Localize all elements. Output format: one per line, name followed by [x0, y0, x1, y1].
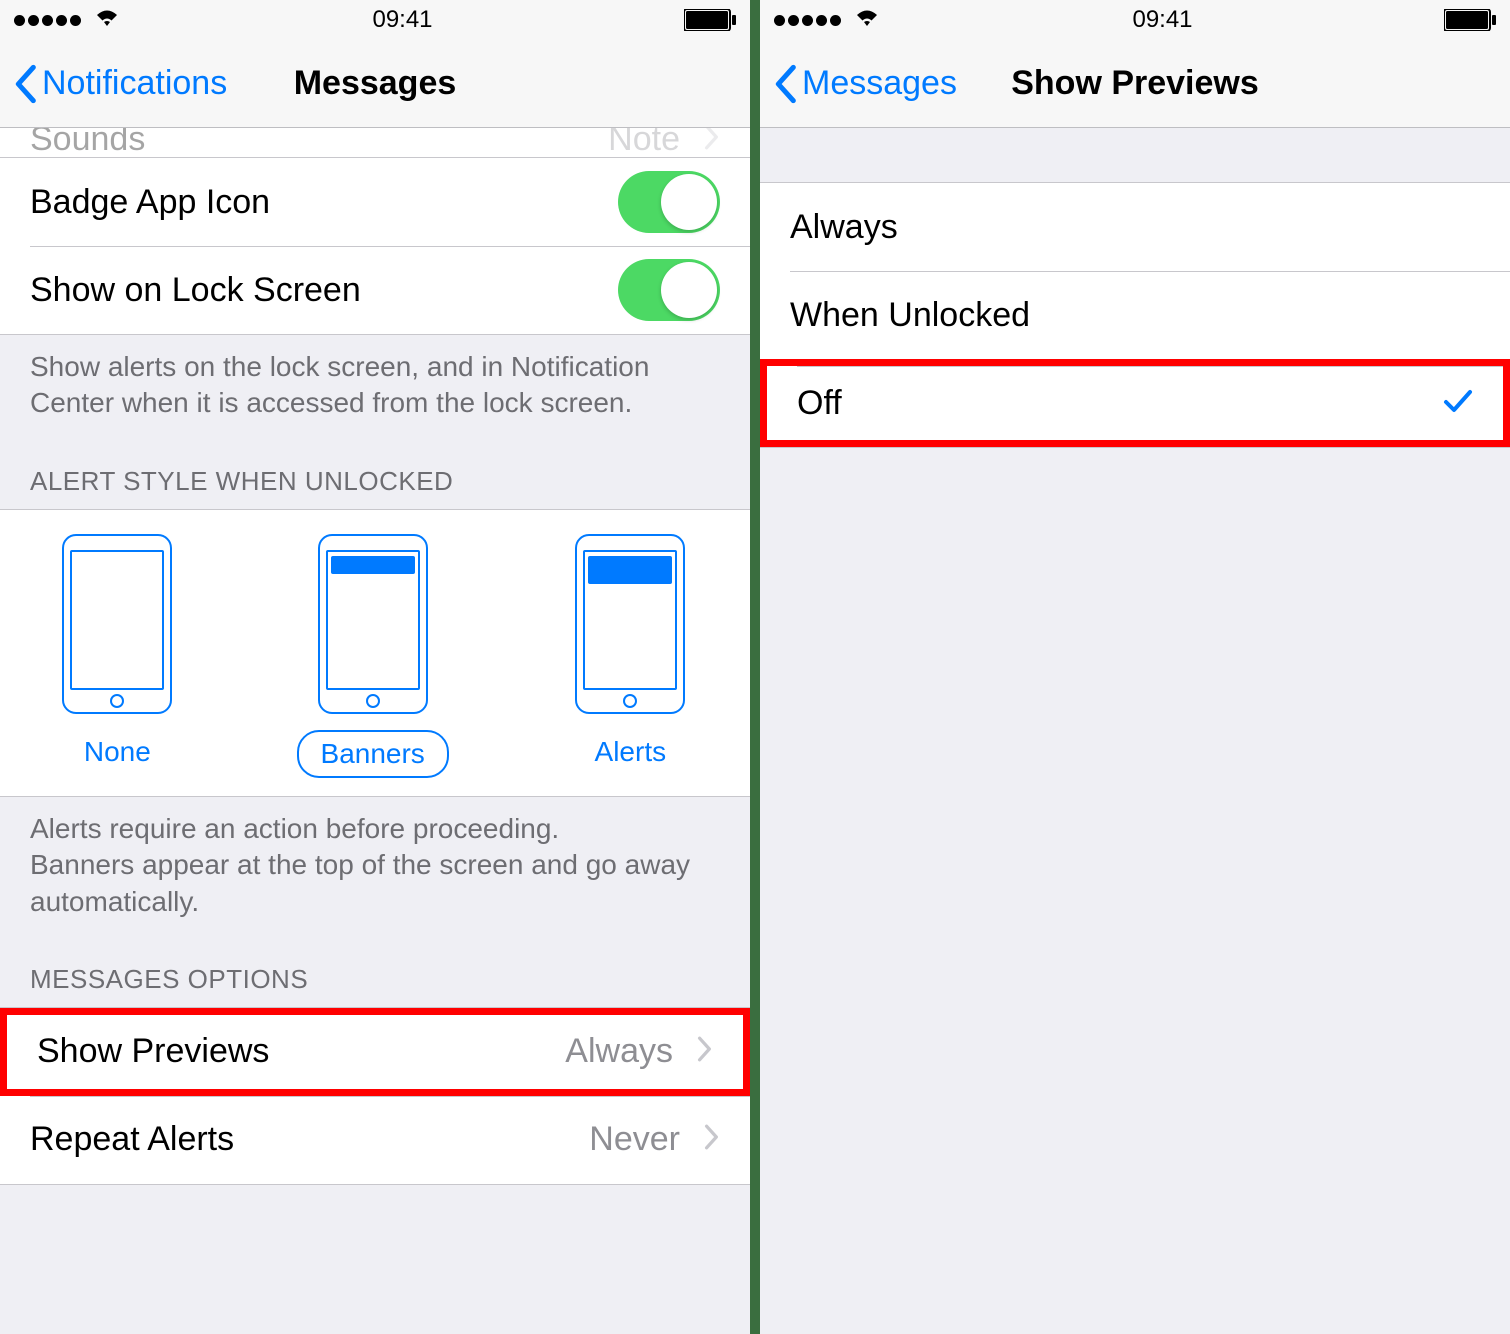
alert-style-none[interactable]: None: [62, 534, 173, 778]
phone-alert-icon: [575, 534, 685, 714]
alert-footer-text: Alerts require an action before proceedi…: [0, 797, 750, 934]
status-left: [14, 6, 121, 35]
sounds-label: Sounds: [30, 128, 145, 158]
nav-bar: Notifications Messages: [0, 40, 750, 128]
screen-show-previews: 09:41 Messages Show Previews Always When…: [760, 0, 1510, 1334]
messages-options-header: MESSAGES OPTIONS: [0, 934, 750, 1007]
wifi-icon: [93, 6, 121, 35]
status-time: 09:41: [1132, 6, 1192, 34]
show-previews-value: Always: [565, 1032, 673, 1071]
option-off-label: Off: [797, 384, 842, 423]
option-when-unlocked[interactable]: When Unlocked: [760, 271, 1510, 359]
option-always[interactable]: Always: [760, 183, 1510, 271]
wifi-icon: [853, 6, 881, 35]
back-label: Messages: [802, 64, 957, 103]
lock-footer-text: Show alerts on the lock screen, and in N…: [0, 335, 750, 436]
status-bar: 09:41: [0, 0, 750, 40]
sounds-value: Note: [608, 128, 680, 158]
repeat-alerts-row[interactable]: Repeat Alerts Never: [0, 1096, 750, 1184]
badge-app-icon-row[interactable]: Badge App Icon: [0, 158, 750, 246]
battery-icon: [1444, 9, 1496, 31]
phone-none-icon: [62, 534, 172, 714]
status-time: 09:41: [372, 6, 432, 34]
alert-none-label: None: [62, 730, 173, 774]
alert-style-banners[interactable]: Banners: [297, 534, 449, 778]
chevron-right-icon: [704, 128, 720, 158]
repeat-alerts-value: Never: [589, 1120, 680, 1159]
battery-icon: [684, 9, 736, 31]
chevron-right-icon: [697, 1032, 713, 1071]
signal-strength-icon: [774, 15, 841, 26]
signal-strength-icon: [14, 15, 81, 26]
chevron-right-icon: [704, 1120, 720, 1159]
sounds-row[interactable]: Sounds Note: [0, 128, 750, 158]
status-bar: 09:41: [760, 0, 1510, 40]
alert-style-header: ALERT STYLE WHEN UNLOCKED: [0, 436, 750, 509]
phone-banner-icon: [318, 534, 428, 714]
checkmark-icon: [1443, 384, 1473, 423]
show-previews-row[interactable]: Show Previews Always: [0, 1008, 750, 1096]
alert-alerts-label: Alerts: [573, 730, 689, 774]
option-always-label: Always: [790, 208, 898, 247]
alert-style-picker: None Banners Alerts: [0, 509, 750, 797]
show-on-lock-screen-row[interactable]: Show on Lock Screen: [0, 246, 750, 334]
lock-label: Show on Lock Screen: [30, 271, 361, 310]
option-unlocked-label: When Unlocked: [790, 296, 1030, 335]
option-off[interactable]: Off: [760, 359, 1510, 447]
chevron-left-icon: [12, 64, 38, 104]
back-button[interactable]: Notifications: [12, 64, 227, 104]
nav-bar: Messages Show Previews: [760, 40, 1510, 128]
back-button[interactable]: Messages: [772, 64, 957, 104]
chevron-left-icon: [772, 64, 798, 104]
screen-messages-settings: 09:41 Notifications Messages Sounds Note…: [0, 0, 750, 1334]
screens-divider: [750, 0, 760, 1334]
badge-toggle[interactable]: [618, 171, 720, 233]
back-label: Notifications: [42, 64, 227, 103]
show-previews-label: Show Previews: [37, 1032, 269, 1071]
alert-style-alerts[interactable]: Alerts: [573, 534, 689, 778]
alert-banners-label: Banners: [297, 730, 449, 778]
page-title: Show Previews: [1011, 64, 1259, 103]
badge-label: Badge App Icon: [30, 183, 270, 222]
lock-toggle[interactable]: [618, 259, 720, 321]
page-title: Messages: [294, 64, 457, 103]
repeat-alerts-label: Repeat Alerts: [30, 1120, 234, 1159]
status-left: [774, 6, 881, 35]
